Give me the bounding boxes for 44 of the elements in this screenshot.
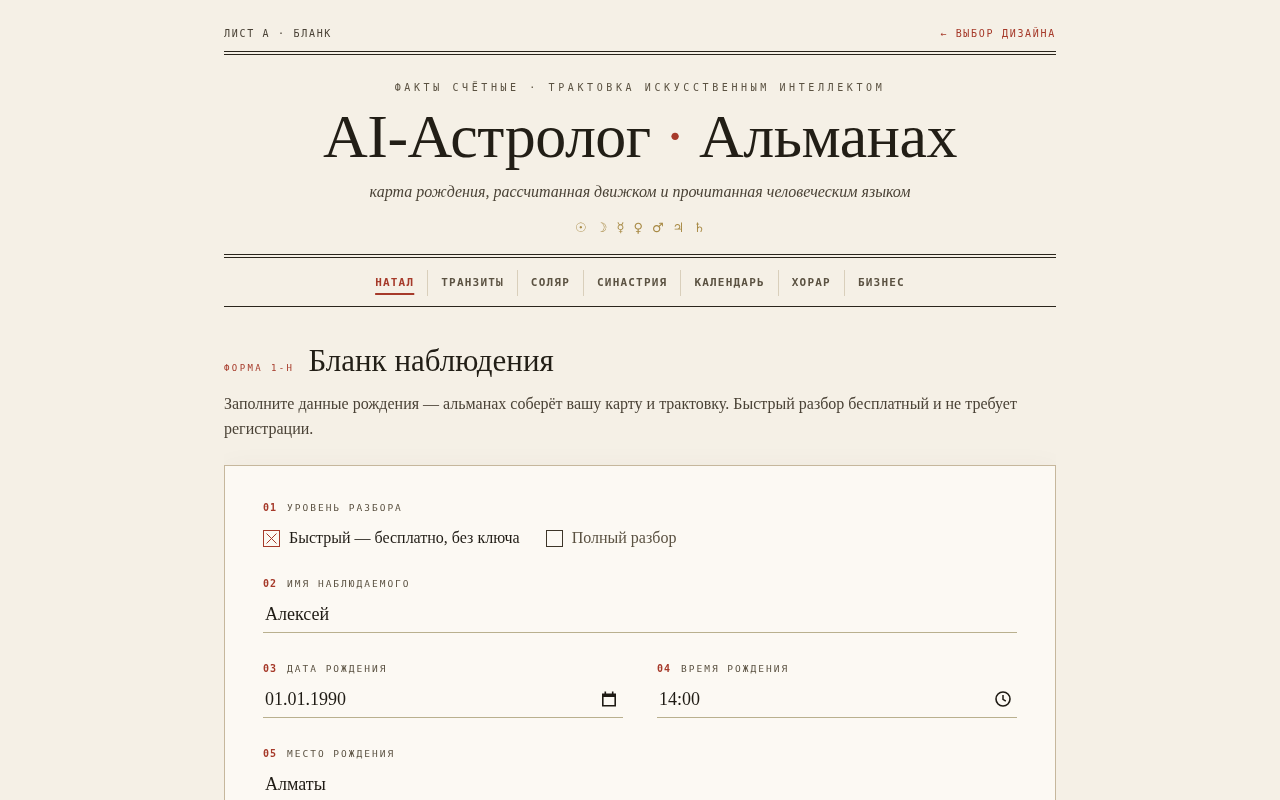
field-number: 02 xyxy=(263,578,278,590)
option-label[interactable]: Полный разбор xyxy=(571,528,677,548)
field-label: ИМЯ НАБЛЮДАЕМОГО xyxy=(287,578,411,590)
planet-glyph: ♃ xyxy=(672,219,685,237)
nav-tab[interactable]: ХОРАР xyxy=(777,270,844,296)
time-input[interactable]: 14:00 xyxy=(657,683,1017,718)
field-label: ВРЕМЯ РОЖДЕНИЯ xyxy=(681,663,790,675)
nav-tab[interactable]: СОЛЯР xyxy=(516,270,583,296)
field-number: 04 xyxy=(657,663,672,675)
back-link[interactable]: ← ВЫБОР ДИЗАЙНА xyxy=(940,28,1056,40)
nav-tab[interactable]: ТРАНЗИТЫ xyxy=(427,270,517,296)
planet-glyph: ♂ xyxy=(651,219,664,237)
sheet-label: ЛИСТ А · БЛАНК xyxy=(224,28,333,40)
planet-glyph: ☿ xyxy=(616,219,625,237)
planet-glyph: ☉ xyxy=(575,219,587,237)
nav-tab[interactable]: НАТАЛ xyxy=(362,270,428,296)
text-input[interactable]: Алматы xyxy=(263,768,1017,800)
nav-tab[interactable]: БИЗНЕС xyxy=(843,270,918,296)
text-input[interactable]: Алексей xyxy=(263,598,1017,633)
checkbox[interactable] xyxy=(263,529,280,547)
field-label: МЕСТО РОЖДЕНИЯ xyxy=(287,748,396,760)
planet-glyph: ☽ xyxy=(595,219,608,237)
clock-icon[interactable] xyxy=(995,691,1011,707)
nav-tab[interactable]: КАЛЕНДАРЬ xyxy=(680,270,778,296)
planet-glyph: ♄ xyxy=(693,219,705,237)
field-number: 05 xyxy=(263,748,278,760)
kicker-text: ФАКТЫ СЧЁТНЫЕ · ТРАКТОВКА ИСКУССТВЕННЫМ ИНТЕЛЛЕКТОМ xyxy=(393,82,887,94)
intro-text: Заполните данные рождения — альманах соберёт вашу карту и трактовку. Быстрый разбор бесплатный и не требует регистрации. xyxy=(224,394,1018,440)
form-title: Бланк наблюдения xyxy=(308,343,554,379)
calendar-icon[interactable] xyxy=(601,691,617,707)
field-number: 01 xyxy=(263,502,278,514)
field-number: 03 xyxy=(263,663,278,675)
checkbox[interactable] xyxy=(545,529,563,547)
subtitle-text: карта рождения, рассчитанная движком и прочитанная человеческим языком xyxy=(368,182,912,202)
title-text: Альманах xyxy=(698,102,957,170)
title-separator: · xyxy=(664,102,685,170)
form-code: ФОРМА 1-Н xyxy=(224,363,295,373)
planet-glyph: ♀ xyxy=(633,219,643,237)
option-label[interactable]: Быстрый — бесплатно, без ключа xyxy=(289,528,520,548)
nav-tab[interactable]: СИНАСТРИЯ xyxy=(583,270,681,296)
date-input[interactable]: 01.01.1990 xyxy=(263,683,623,718)
field-label: ДАТА РОЖДЕНИЯ xyxy=(287,663,388,675)
title-text: AI-Астролог xyxy=(323,102,651,170)
field-label: УРОВЕНЬ РАЗБОРА xyxy=(287,502,403,514)
